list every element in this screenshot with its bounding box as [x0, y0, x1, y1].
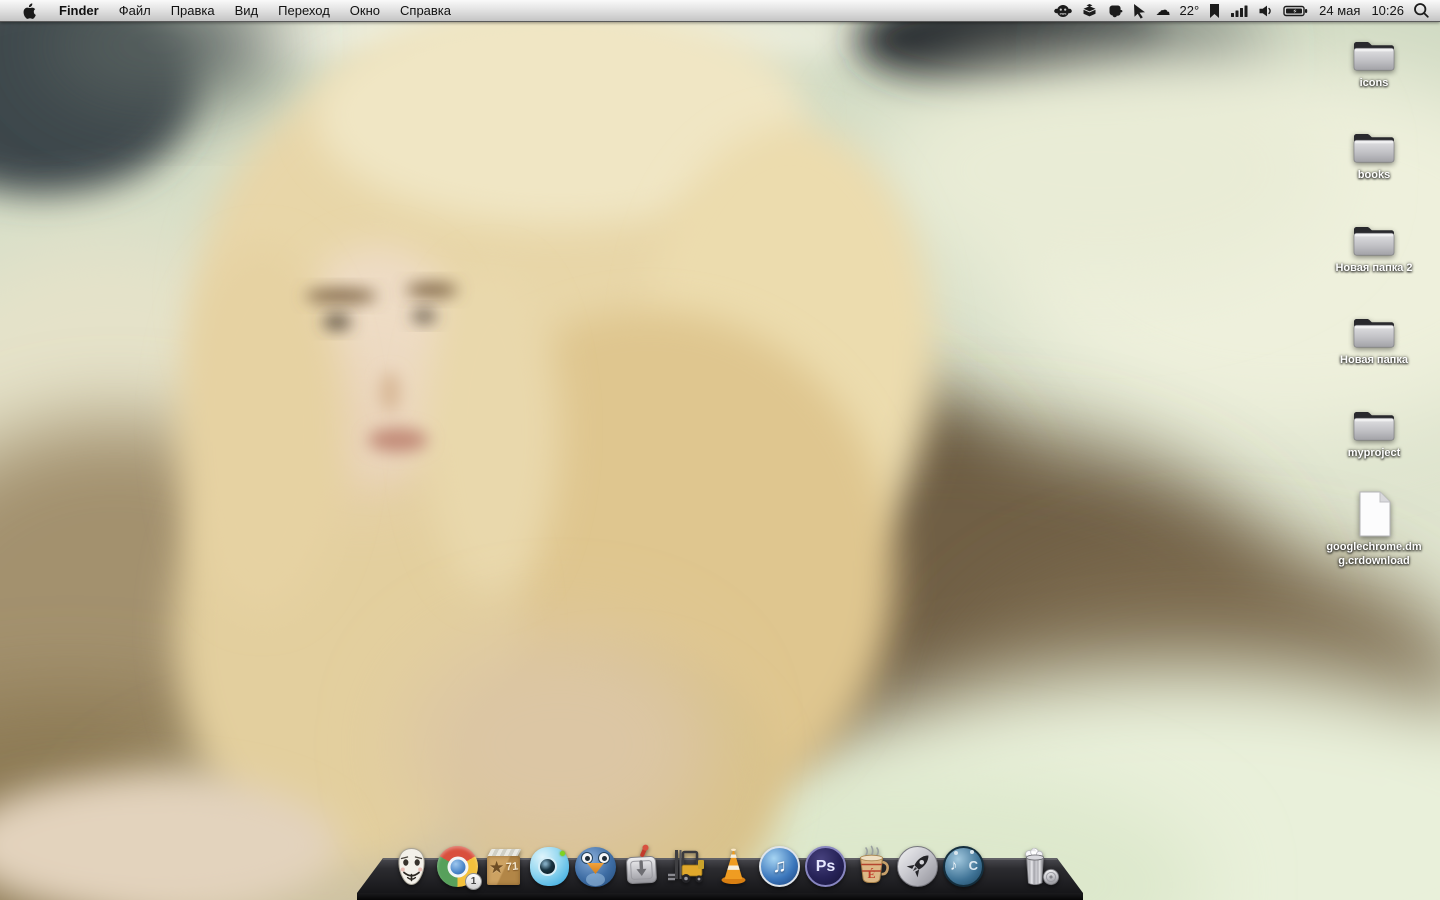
desktop: Finder Файл Правка Вид Переход Окно Спра…	[0, 0, 1440, 900]
music-letter: C	[969, 858, 978, 873]
package-box-app-icon[interactable]: ★ 71	[481, 844, 526, 889]
volume-icon[interactable]	[1258, 0, 1274, 21]
menu-file[interactable]: Файл	[109, 0, 161, 21]
anonymous-mask-app-icon[interactable]	[389, 844, 434, 889]
bookmark-icon[interactable]	[1208, 0, 1221, 21]
signal-bars-icon[interactable]	[1230, 0, 1249, 21]
menu-help[interactable]: Справка	[390, 0, 461, 21]
coffeecup-app-icon[interactable]: É	[849, 844, 894, 889]
desktop-folder-icons[interactable]: icons	[1314, 36, 1434, 91]
photoshop-ps-glyph: Ps	[816, 858, 836, 876]
twitter-bird-app-icon[interactable]	[573, 844, 618, 889]
trash-icon[interactable]	[1013, 844, 1058, 889]
music-share-app-icon[interactable]: ♪ C	[941, 844, 986, 889]
itunes-app-icon[interactable]: ♫	[757, 844, 802, 889]
desktop-folder-myproject[interactable]: myproject	[1314, 406, 1434, 461]
apple-menu-icon[interactable]	[22, 3, 37, 19]
creature-app-icon[interactable]	[1054, 0, 1072, 21]
desktop-file-googlechrome-download[interactable]: googlechrome.dmg.crdownload	[1314, 490, 1434, 569]
desktop-folder-books[interactable]: books	[1314, 128, 1434, 183]
evernote-icon[interactable]	[1107, 0, 1123, 21]
desktop-icon-label: Новая папка	[1340, 354, 1408, 368]
desktop-folder-new-folder[interactable]: Новая папка	[1314, 313, 1434, 368]
webcam-app-icon[interactable]	[527, 844, 572, 889]
weather-temperature: 22°	[1180, 3, 1200, 18]
box-star-glyph: ★	[489, 858, 504, 878]
battery-icon[interactable]	[1283, 0, 1308, 21]
menu-view[interactable]: Вид	[225, 0, 269, 21]
transmission-app-icon[interactable]	[619, 844, 664, 889]
music-note-glyph: ♪	[950, 857, 958, 874]
spotlight-icon[interactable]	[1413, 0, 1430, 21]
desktop-icon-label: googlechrome.dmg.crdownload	[1326, 541, 1422, 569]
dock: 1 ★ 71	[350, 838, 1090, 900]
rocket-app-icon[interactable]	[895, 844, 940, 889]
box-number: 71	[505, 860, 518, 873]
dock-shelf-front	[357, 893, 1083, 900]
forklift-app-icon[interactable]	[665, 844, 710, 889]
weather-cloud-icon[interactable]: ☁	[1156, 0, 1171, 21]
google-chrome-app-icon[interactable]: 1	[435, 844, 480, 889]
menubar-date[interactable]: 24 мая	[1319, 3, 1360, 18]
vlc-app-icon[interactable]	[711, 844, 756, 889]
menu-window[interactable]: Окно	[340, 0, 390, 21]
desktop-folder-new-folder-2[interactable]: Новая папка 2	[1314, 221, 1434, 276]
menu-bar: Finder Файл Правка Вид Переход Окно Спра…	[0, 0, 1440, 22]
desktop-icon-label: icons	[1360, 77, 1389, 91]
desktop-icon-label: books	[1358, 169, 1390, 183]
photoshop-app-icon[interactable]: Ps	[803, 844, 848, 889]
itunes-note-glyph: ♫	[772, 856, 786, 878]
desktop-icon-label: myproject	[1348, 447, 1401, 461]
menu-edit[interactable]: Правка	[161, 0, 225, 21]
dropbox-icon[interactable]	[1081, 0, 1098, 21]
menubar-clock[interactable]: 10:26	[1371, 3, 1404, 18]
wallpaper-photo	[0, 0, 1440, 900]
pointer-icon[interactable]	[1132, 0, 1147, 21]
coffeecup-letter: É	[867, 867, 875, 881]
menu-go[interactable]: Переход	[268, 0, 340, 21]
chrome-badge: 1	[465, 873, 482, 890]
menu-finder[interactable]: Finder	[49, 0, 109, 21]
desktop-icon-label: Новая папка 2	[1335, 262, 1412, 276]
